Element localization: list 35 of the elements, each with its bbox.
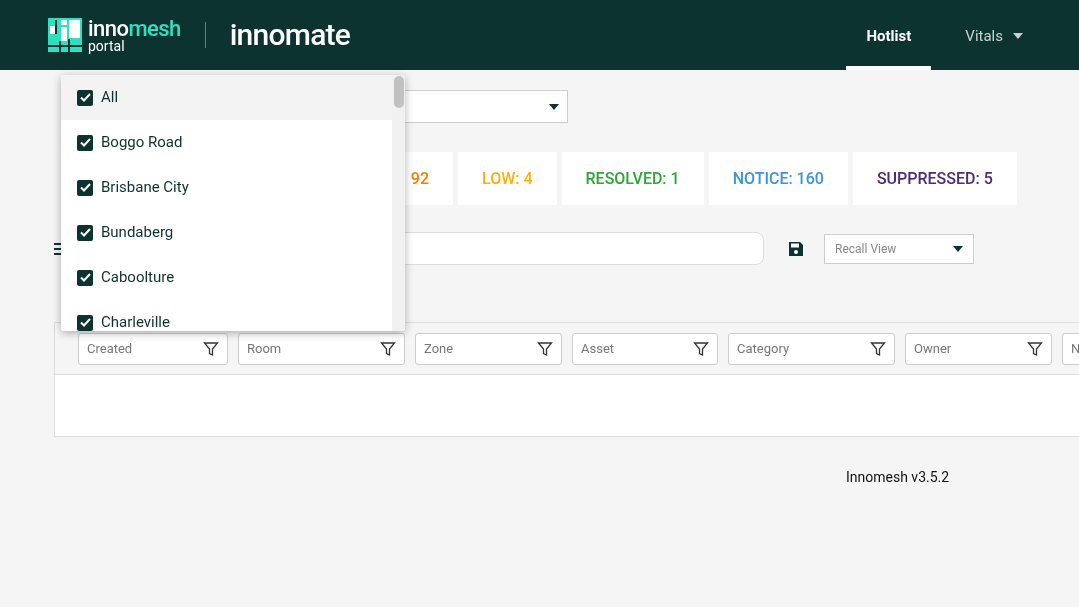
checkbox[interactable] — [77, 179, 93, 196]
logo-icon — [48, 18, 82, 52]
status-count-card[interactable]: NOTICE: 160 — [708, 152, 848, 205]
caret-icon — [953, 245, 963, 252]
version-text: Innomesh v3.5.2 — [846, 468, 951, 487]
checkbox[interactable] — [77, 269, 93, 286]
save-icon[interactable] — [788, 240, 804, 257]
recall-view-select[interactable]: Recall View — [824, 233, 974, 264]
nav-tab[interactable]: Hotlist — [846, 0, 932, 70]
column-filter-field[interactable]: Asset — [572, 332, 718, 365]
status-count-card[interactable]: RESOLVED: 1 — [561, 152, 704, 205]
scrollbar[interactable] — [392, 75, 405, 331]
column-filter-field[interactable]: Created — [78, 332, 228, 365]
filter-icon[interactable] — [203, 340, 219, 357]
dropdown-option[interactable]: Charleville — [61, 300, 392, 331]
checkbox[interactable] — [77, 224, 93, 241]
column-filter-field[interactable]: Zone — [415, 332, 562, 365]
dropdown-option[interactable]: All — [61, 75, 392, 120]
column-filter-field[interactable]: Category — [728, 332, 895, 365]
filter-icon[interactable] — [870, 340, 886, 357]
checkbox[interactable] — [77, 89, 93, 106]
filter-icon[interactable] — [537, 340, 553, 357]
column-filter-field[interactable]: Owner — [905, 332, 1052, 365]
filter-icon[interactable] — [693, 340, 709, 357]
column-filter-field[interactable]: N — [1062, 332, 1079, 365]
product-name: innomate — [229, 15, 351, 54]
column-filter-field[interactable]: Room — [238, 332, 405, 365]
caret-icon — [549, 103, 559, 110]
filter-icon[interactable] — [1027, 340, 1043, 357]
filter-icon[interactable] — [380, 340, 396, 357]
status-count-card[interactable]: SUPPRESSED: 5 — [852, 152, 1017, 205]
checkbox[interactable] — [77, 314, 93, 331]
logo-wordmark: innomesh portal — [88, 17, 181, 53]
nav-tab[interactable]: Vitals — [945, 0, 1043, 70]
checkbox[interactable] — [77, 134, 93, 151]
